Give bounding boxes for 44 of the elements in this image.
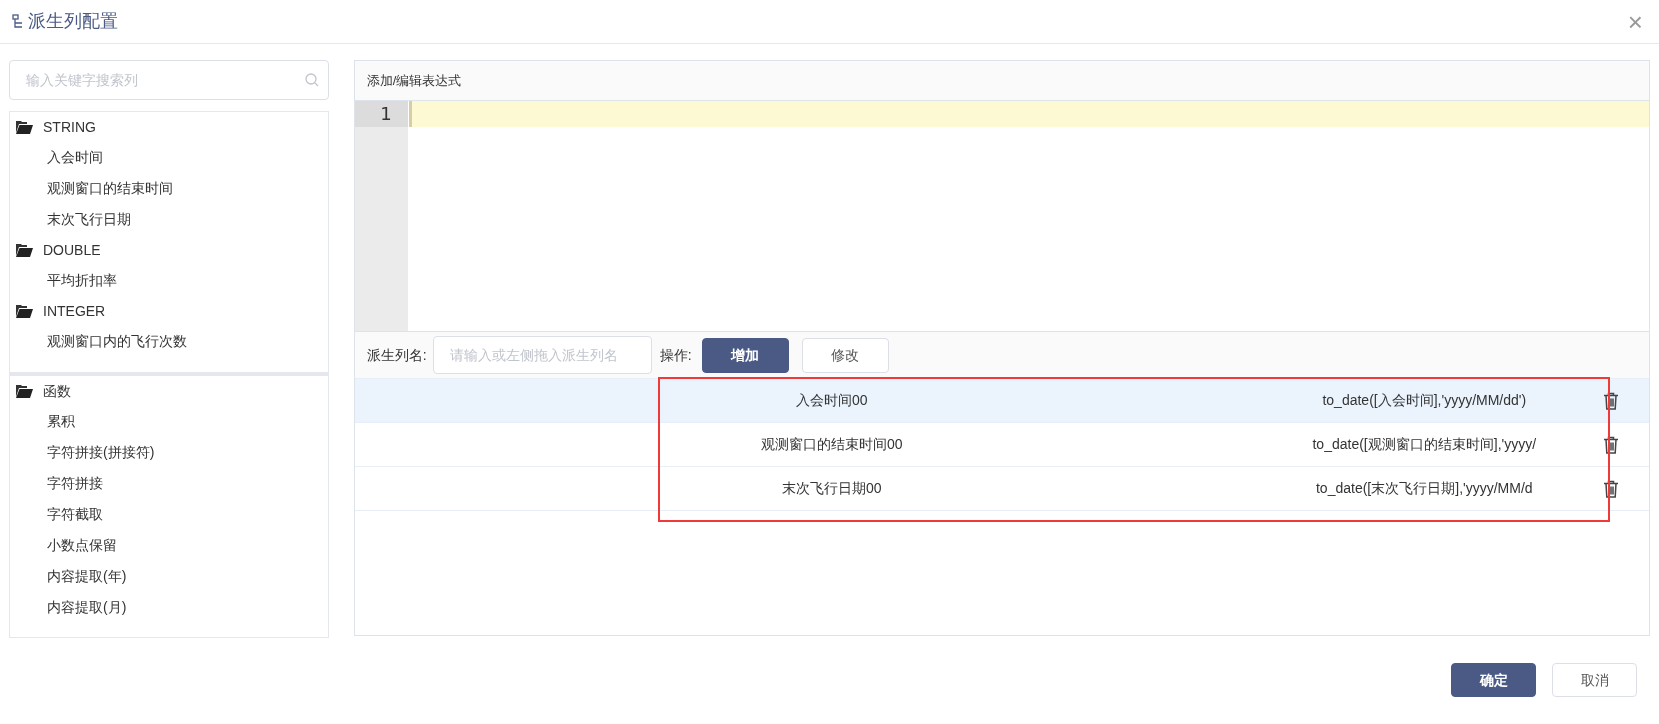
line-number: 1 [354, 101, 408, 127]
tree-item[interactable]: 字符拼接(拼接符) [10, 437, 328, 468]
confirm-button[interactable]: 确定 [1451, 663, 1536, 697]
tree-item[interactable]: 入会时间 [10, 142, 328, 173]
tree-item[interactable]: 观测窗口的结束时间 [10, 173, 328, 204]
tree-group[interactable]: 函数 [10, 376, 328, 406]
tree-group[interactable]: DOUBLE [10, 235, 328, 265]
table-cell-text: 入会时间00 [795, 391, 869, 410]
tree-group[interactable]: INTEGER [10, 296, 328, 326]
table-row[interactable]: 入会时间00 to_date([入会时间],'yyyy/MM/dd') [354, 379, 1649, 423]
add-button[interactable]: 增加 [701, 337, 789, 373]
tree-item[interactable]: 字符截取 [10, 499, 328, 530]
cancel-button[interactable]: 取消 [1552, 663, 1637, 697]
edit-button[interactable]: 修改 [801, 337, 889, 373]
trash-icon[interactable] [1602, 391, 1619, 410]
tree-item[interactable]: 小数点保留 [10, 530, 328, 561]
column-name-field[interactable]: 请输入或左侧拖入派生列名 [432, 336, 652, 374]
tree-item[interactable]: 平均折扣率 [10, 265, 328, 296]
editor-header: 添加/编辑表达式 [354, 61, 1649, 101]
tree-group[interactable]: STRING [10, 112, 328, 142]
tree-item[interactable]: 累积 [10, 406, 328, 437]
table-cell-text: 末次飞行日期00 [781, 479, 883, 498]
tree-item[interactable]: 末次飞行日期 [10, 204, 328, 235]
table-cell-text: to_date([末次飞行日期],'yyyy/MM/d [1315, 479, 1534, 498]
dialog-title: 派生列配置 [28, 10, 118, 33]
folder-icon [16, 243, 33, 257]
table-cell-text: to_date([入会时间],'yyyy/MM/dd') [1321, 391, 1528, 410]
field-label: 操作: [659, 345, 692, 365]
field-label: 派生列名: [366, 345, 427, 365]
column-tree-icon [12, 13, 24, 30]
folder-icon [16, 304, 33, 318]
folder-icon [16, 384, 33, 398]
table-cell-text: to_date([观测窗口的结束时间],'yyyy/ [1311, 435, 1538, 454]
tree-item[interactable]: 内容提取(月) [10, 592, 328, 623]
tree-item[interactable]: 内容提取(年) [10, 561, 328, 592]
trash-icon[interactable] [1602, 479, 1619, 498]
code-editor[interactable]: 1 [354, 101, 1649, 332]
tree-item[interactable]: 观测窗口内的飞行次数 [10, 326, 328, 357]
folder-icon [16, 120, 33, 134]
tree-item[interactable]: 字符拼接 [10, 468, 328, 499]
search-field[interactable]: 输入关键字搜索列 [9, 60, 329, 100]
table-cell-text: 观测窗口的结束时间00 [760, 435, 904, 454]
search-icon [304, 73, 319, 87]
trash-icon[interactable] [1602, 435, 1619, 454]
